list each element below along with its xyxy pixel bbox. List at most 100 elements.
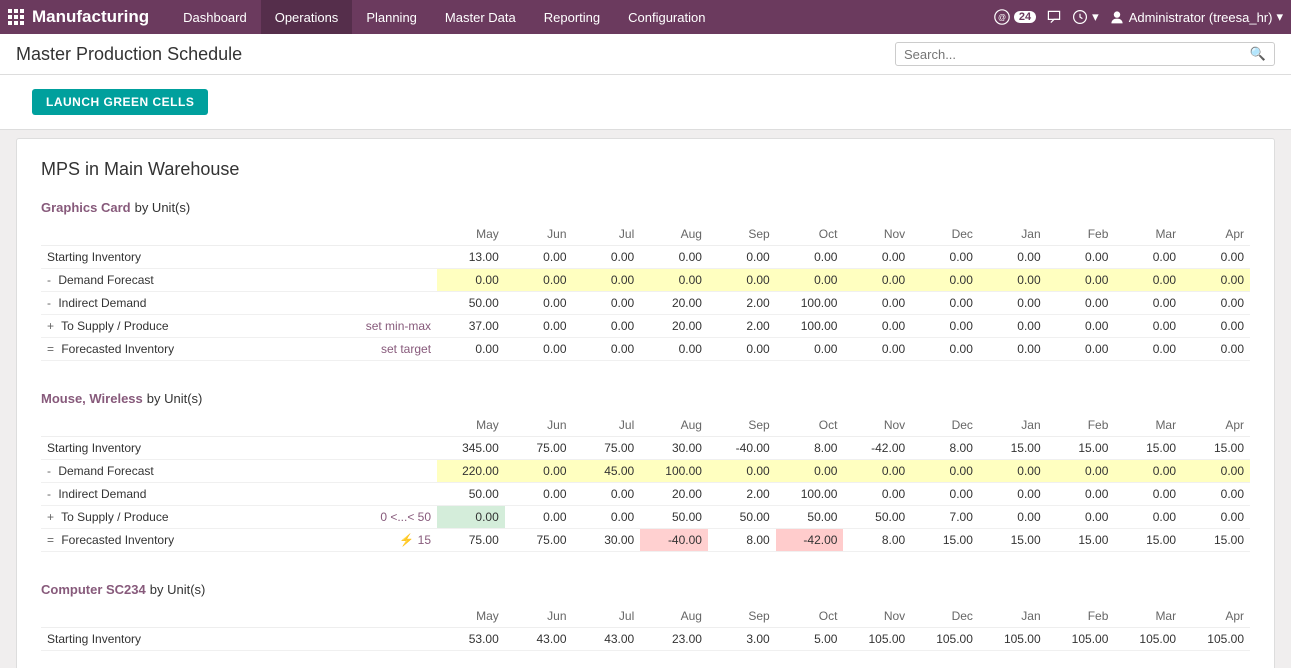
- cell[interactable]: 0.00: [1182, 338, 1250, 361]
- cell[interactable]: 0.00: [1047, 292, 1115, 315]
- cell[interactable]: 0.00: [573, 292, 641, 315]
- cell[interactable]: 0.00: [1114, 246, 1182, 269]
- cell[interactable]: 0.00: [1182, 246, 1250, 269]
- cell[interactable]: 0.00: [1047, 246, 1115, 269]
- cell[interactable]: 105.00: [979, 628, 1047, 651]
- cell[interactable]: 0.00: [1114, 338, 1182, 361]
- nav-master-data[interactable]: Master Data: [431, 0, 530, 34]
- cell[interactable]: 0.00: [1114, 506, 1182, 529]
- cell[interactable]: 15.00: [911, 529, 979, 552]
- cell[interactable]: 0.00: [505, 338, 573, 361]
- cell[interactable]: 0.00: [640, 338, 708, 361]
- cell[interactable]: 8.00: [911, 437, 979, 460]
- cell[interactable]: 0.00: [843, 315, 911, 338]
- row-link-set-target[interactable]: set target: [333, 338, 437, 361]
- cell[interactable]: 0.00: [1114, 315, 1182, 338]
- cell[interactable]: -40.00: [640, 529, 708, 552]
- cell[interactable]: 8.00: [708, 529, 776, 552]
- row-link-target[interactable]: ⚡ 15: [333, 529, 437, 552]
- cell[interactable]: 0.00: [911, 483, 979, 506]
- cell[interactable]: 5.00: [776, 628, 844, 651]
- cell[interactable]: 0.00: [505, 315, 573, 338]
- cell[interactable]: 50.00: [640, 506, 708, 529]
- cell[interactable]: 0.00: [573, 506, 641, 529]
- cell[interactable]: 37.00: [437, 315, 505, 338]
- cell[interactable]: 20.00: [640, 483, 708, 506]
- cell[interactable]: 0.00: [911, 460, 979, 483]
- cell[interactable]: 0.00: [1114, 292, 1182, 315]
- cell[interactable]: 0.00: [1182, 460, 1250, 483]
- cell[interactable]: 15.00: [1047, 529, 1115, 552]
- cell[interactable]: 20.00: [640, 292, 708, 315]
- product-name-graphics-card[interactable]: Graphics Card: [41, 200, 131, 215]
- cell[interactable]: 105.00: [911, 628, 979, 651]
- cell[interactable]: 75.00: [437, 529, 505, 552]
- cell[interactable]: 0.00: [979, 506, 1047, 529]
- cell[interactable]: 30.00: [640, 437, 708, 460]
- cell[interactable]: 105.00: [1047, 628, 1115, 651]
- cell[interactable]: 0.00: [573, 246, 641, 269]
- cell[interactable]: 50.00: [437, 292, 505, 315]
- row-link-range[interactable]: 0 <...< 50: [333, 506, 437, 529]
- cell[interactable]: 2.00: [708, 315, 776, 338]
- cell[interactable]: 0.00: [573, 338, 641, 361]
- cell[interactable]: 0.00: [1047, 269, 1115, 292]
- cell[interactable]: 0.00: [505, 269, 573, 292]
- cell[interactable]: 75.00: [573, 437, 641, 460]
- cell[interactable]: 15.00: [1182, 437, 1250, 460]
- cell[interactable]: 0.00: [843, 269, 911, 292]
- cell[interactable]: 0.00: [776, 246, 844, 269]
- cell[interactable]: 100.00: [640, 460, 708, 483]
- cell[interactable]: 15.00: [1114, 437, 1182, 460]
- row-link-set-minmax[interactable]: set min-max: [333, 315, 437, 338]
- cell[interactable]: 0.00: [776, 460, 844, 483]
- cell[interactable]: 0.00: [573, 269, 641, 292]
- nav-reporting[interactable]: Reporting: [530, 0, 614, 34]
- cell[interactable]: 0.00: [911, 338, 979, 361]
- cell[interactable]: 0.00: [1182, 506, 1250, 529]
- cell[interactable]: 0.00: [505, 246, 573, 269]
- cell[interactable]: 15.00: [1114, 529, 1182, 552]
- cell[interactable]: 45.00: [573, 460, 641, 483]
- cell[interactable]: 53.00: [437, 628, 505, 651]
- cell[interactable]: 100.00: [776, 292, 844, 315]
- cell[interactable]: 0.00: [979, 483, 1047, 506]
- cell[interactable]: 105.00: [1114, 628, 1182, 651]
- cell[interactable]: 0.00: [979, 460, 1047, 483]
- launch-green-cells-button[interactable]: LAUNCH GREEN CELLS: [32, 89, 208, 115]
- cell[interactable]: 0.00: [708, 338, 776, 361]
- cell[interactable]: 0.00: [1047, 483, 1115, 506]
- nav-planning[interactable]: Planning: [352, 0, 431, 34]
- cell[interactable]: 0.00: [640, 246, 708, 269]
- cell[interactable]: 8.00: [843, 529, 911, 552]
- cell[interactable]: 0.00: [573, 483, 641, 506]
- cell[interactable]: 23.00: [640, 628, 708, 651]
- cell[interactable]: 0.00: [1182, 292, 1250, 315]
- cell[interactable]: 0.00: [911, 269, 979, 292]
- cell[interactable]: 0.00: [979, 292, 1047, 315]
- nav-operations[interactable]: Operations: [261, 0, 353, 34]
- cell[interactable]: 0.00: [437, 269, 505, 292]
- cell[interactable]: 0.00: [1047, 315, 1115, 338]
- cell[interactable]: 43.00: [573, 628, 641, 651]
- cell[interactable]: 50.00: [708, 506, 776, 529]
- cell[interactable]: 0.00: [979, 269, 1047, 292]
- cell[interactable]: 2.00: [708, 483, 776, 506]
- product-name-mouse-wireless[interactable]: Mouse, Wireless: [41, 391, 143, 406]
- cell[interactable]: 15.00: [979, 437, 1047, 460]
- cell[interactable]: 0.00: [505, 460, 573, 483]
- app-grid-icon[interactable]: [8, 9, 24, 25]
- search-icon[interactable]: 🔍: [1250, 46, 1266, 62]
- user-menu[interactable]: Administrator (treesa_hr) ▾: [1109, 9, 1283, 25]
- cell[interactable]: 0.00: [911, 292, 979, 315]
- cell[interactable]: 3.00: [708, 628, 776, 651]
- activity-icon[interactable]: ▾: [1072, 9, 1099, 25]
- cell[interactable]: 100.00: [776, 315, 844, 338]
- cell[interactable]: 0.00: [640, 269, 708, 292]
- cell[interactable]: 43.00: [505, 628, 573, 651]
- search-input[interactable]: [904, 47, 1250, 62]
- cell[interactable]: 0.00: [1047, 506, 1115, 529]
- cell[interactable]: 50.00: [437, 483, 505, 506]
- cell[interactable]: 0.00: [1182, 269, 1250, 292]
- cell[interactable]: 0.00: [437, 338, 505, 361]
